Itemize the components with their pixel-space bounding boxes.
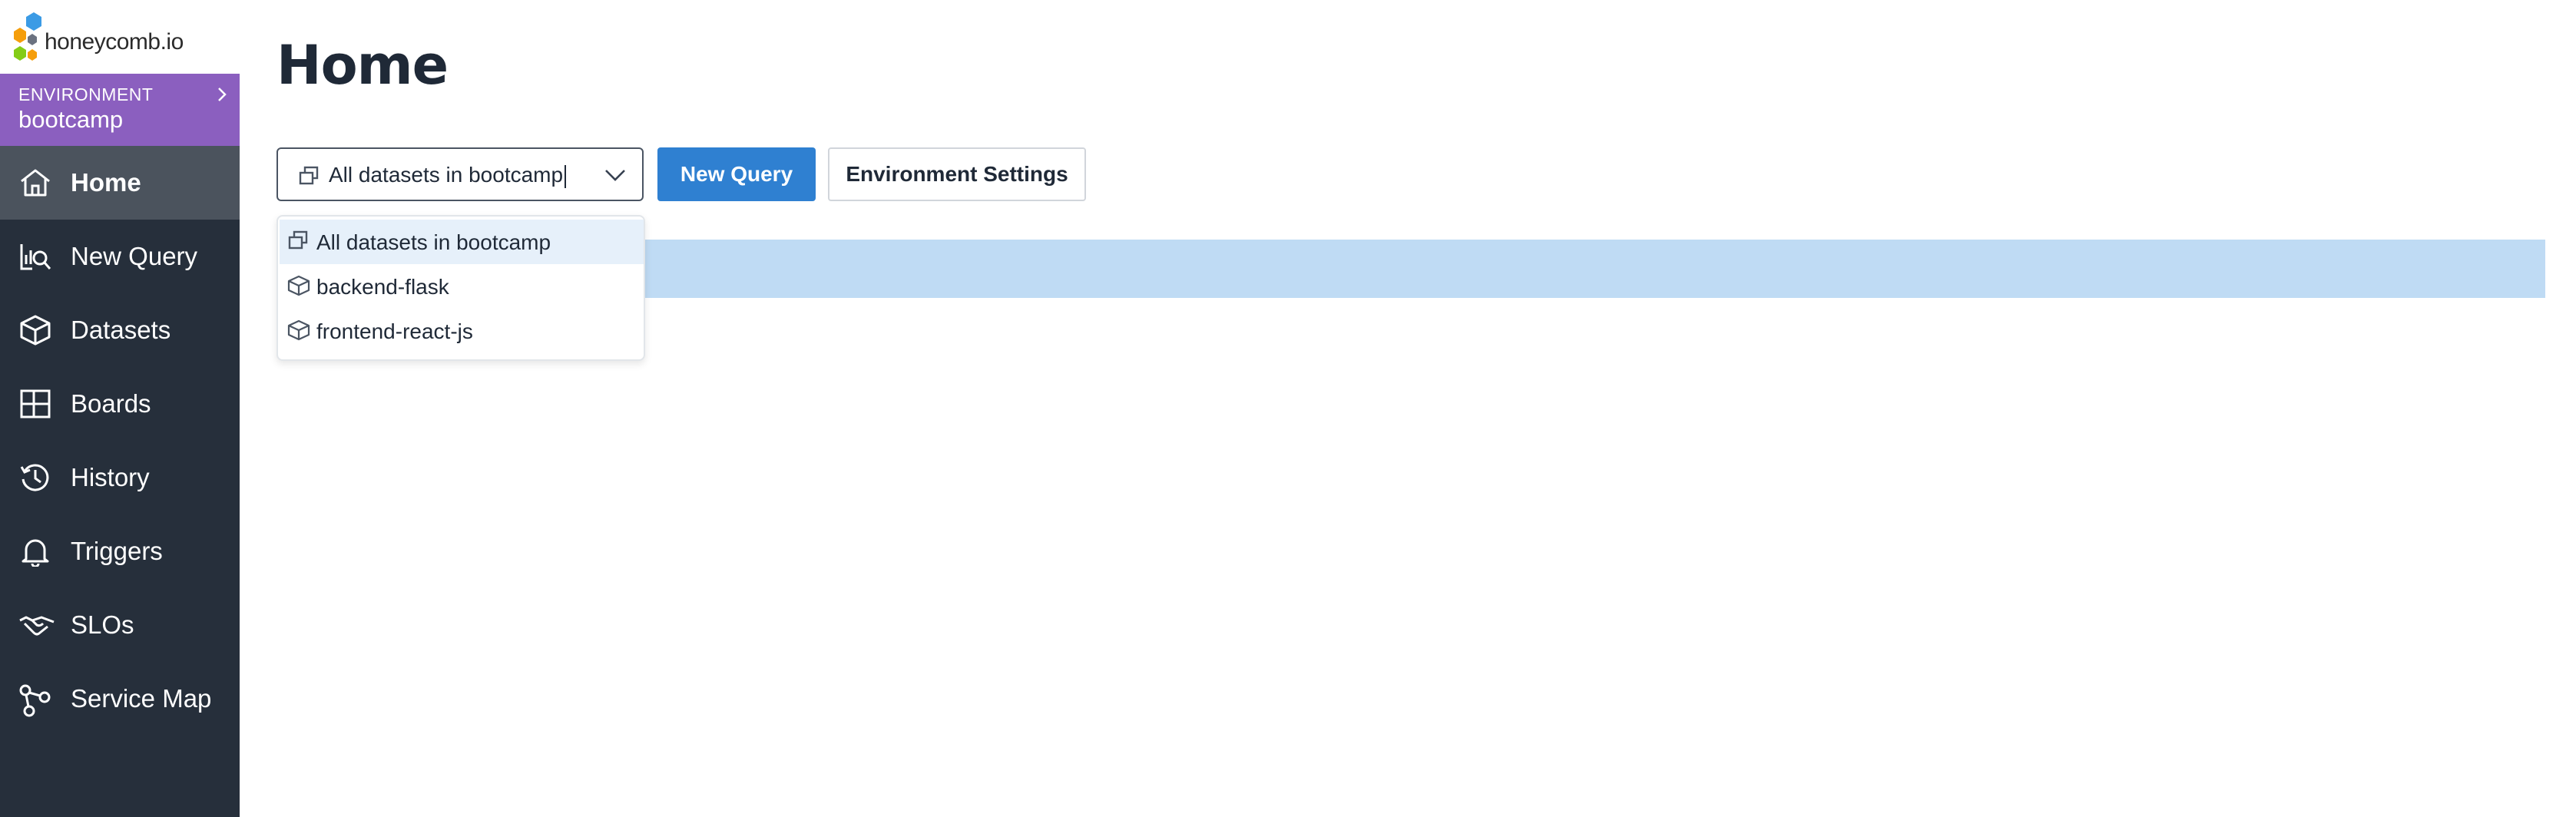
sidebar-item-service-map[interactable]: Service Map bbox=[0, 662, 240, 736]
sidebar-item-label: Datasets bbox=[71, 316, 171, 344]
text-cursor bbox=[565, 164, 567, 188]
dataset-cube-icon bbox=[287, 319, 310, 341]
sidebar-item-label: Home bbox=[71, 168, 141, 197]
dataset-select[interactable]: All datasets in bootcamp bbox=[276, 147, 644, 201]
chevron-right-icon[interactable] bbox=[217, 86, 227, 103]
honeycomb-logo-icon bbox=[14, 12, 41, 61]
environment-label: ENVIRONMENT bbox=[18, 84, 154, 104]
sidebar-item-slos[interactable]: SLOs bbox=[0, 588, 240, 662]
datasets-icon bbox=[288, 230, 308, 250]
sidebar-item-label: History bbox=[71, 463, 150, 491]
query-icon bbox=[20, 244, 51, 270]
sidebar-item-home[interactable]: Home bbox=[0, 146, 240, 220]
sidebar-item-new-query[interactable]: New Query bbox=[0, 220, 240, 293]
dataset-cube-icon bbox=[287, 275, 310, 296]
environment-name: bootcamp bbox=[18, 106, 124, 133]
sidebar-item-label: New Query bbox=[71, 242, 198, 270]
dropdown-option-label: All datasets in bootcamp bbox=[316, 230, 551, 254]
datasets-icon bbox=[299, 166, 319, 185]
bell-icon bbox=[22, 539, 49, 567]
sidebar-item-boards[interactable]: Boards bbox=[0, 367, 240, 441]
page-title: Home bbox=[276, 34, 449, 97]
dropdown-option-all-datasets[interactable]: All datasets in bootcamp bbox=[280, 220, 644, 264]
dataset-dropdown-menu: All datasets in bootcamp backend-flask f… bbox=[276, 215, 645, 361]
new-query-button[interactable]: New Query bbox=[657, 147, 816, 201]
cube-icon bbox=[20, 315, 51, 346]
dropdown-option-label: frontend-react-js bbox=[316, 319, 473, 343]
sidebar-item-triggers[interactable]: Triggers bbox=[0, 514, 240, 588]
info-banner bbox=[645, 240, 2545, 298]
handshake-icon bbox=[19, 616, 55, 636]
home-icon bbox=[21, 169, 50, 197]
sidebar-item-label: SLOs bbox=[71, 610, 134, 639]
sidebar-item-label: Boards bbox=[71, 389, 151, 418]
chevron-down-icon[interactable] bbox=[604, 167, 627, 183]
sidebar-item-datasets[interactable]: Datasets bbox=[0, 293, 240, 367]
dropdown-option-label: backend-flask bbox=[316, 275, 449, 299]
board-icon bbox=[20, 389, 51, 418]
sidebar-item-history[interactable]: History bbox=[0, 441, 240, 514]
service-map-icon bbox=[19, 684, 51, 717]
environment-switcher[interactable]: ENVIRONMENT bootcamp bbox=[0, 74, 240, 146]
logo-text: honeycomb.io bbox=[45, 29, 184, 55]
environment-settings-button[interactable]: Environment Settings bbox=[828, 147, 1086, 201]
dropdown-option-backend-flask[interactable]: backend-flask bbox=[280, 264, 644, 309]
sidebar-item-label: Triggers bbox=[71, 537, 163, 565]
sidebar: honeycomb.io ENVIRONMENT bootcamp Home N… bbox=[0, 0, 240, 817]
dataset-select-value: All datasets in bootcamp bbox=[329, 163, 567, 188]
logo[interactable]: honeycomb.io bbox=[0, 0, 240, 74]
history-icon bbox=[20, 464, 49, 491]
dropdown-option-frontend-react-js[interactable]: frontend-react-js bbox=[280, 309, 644, 353]
sidebar-item-label: Service Map bbox=[71, 684, 212, 713]
